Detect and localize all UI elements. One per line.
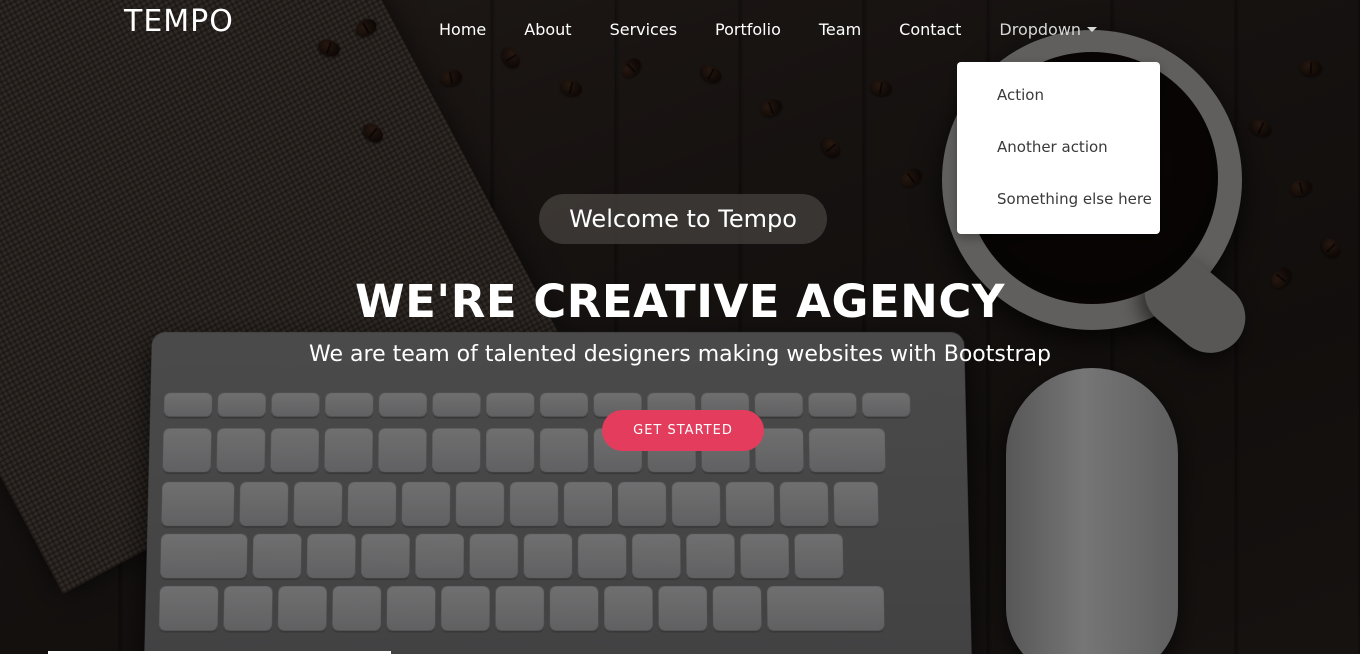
dropdown-item-action[interactable]: Action [997, 86, 1044, 104]
hero-subtitle: We are team of talented designers making… [309, 342, 1051, 367]
nav-item-services[interactable]: Services [591, 20, 696, 39]
get-started-button[interactable]: GET STARTED [602, 410, 764, 451]
nav-item-contact[interactable]: Contact [880, 20, 980, 39]
welcome-pill: Welcome to Tempo [539, 194, 827, 244]
caret-down-icon [1087, 26, 1098, 32]
dropdown-menu: Action Another action Something else her… [957, 62, 1160, 234]
nav-dropdown-label: Dropdown [999, 19, 1082, 39]
hero-headline: WE'RE CREATIVE AGENCY [355, 275, 1005, 328]
nav-dropdown-toggle[interactable]: Dropdown [980, 20, 1116, 39]
nav-item-portfolio[interactable]: Portfolio [696, 20, 800, 39]
nav-item-home[interactable]: Home [420, 20, 505, 39]
nav-item-about[interactable]: About [505, 20, 590, 39]
nav-item-team[interactable]: Team [800, 20, 880, 39]
dropdown-item-something-else[interactable]: Something else here [997, 190, 1152, 208]
brand-logo[interactable]: TEMPO [124, 4, 234, 39]
main-nav: Home About Services Portfolio Team Conta… [420, 17, 1116, 41]
dropdown-item-another-action[interactable]: Another action [997, 138, 1108, 156]
